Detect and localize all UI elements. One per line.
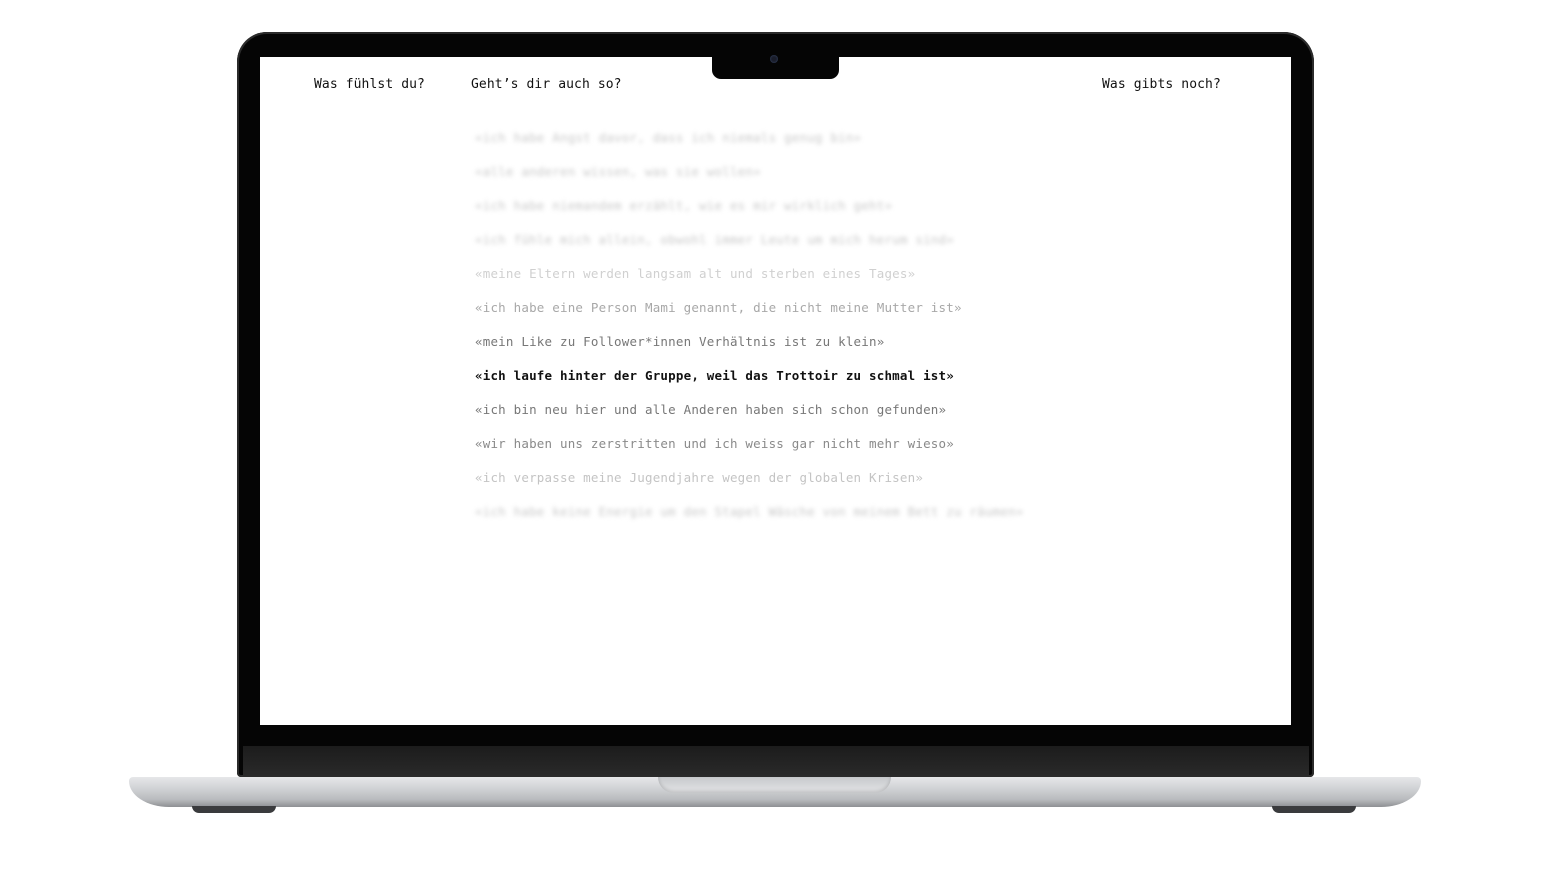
laptop-opening-notch — [658, 777, 891, 793]
laptop-hinge — [243, 746, 1309, 777]
laptop-foot-right — [1272, 806, 1356, 813]
quote-item[interactable]: «ich fühle mich allein, obwohl immer Leu… — [475, 223, 1195, 257]
quote-item[interactable]: «ich habe Angst davor, dass ich niemals … — [475, 121, 1195, 155]
laptop-foot-left — [192, 806, 276, 813]
quote-item[interactable]: «alle anderen wissen, was sie wollen» — [475, 155, 1195, 189]
nav-link-more[interactable]: Was gibts noch? — [1102, 77, 1221, 92]
quote-item[interactable]: «ich bin neu hier und alle Anderen haben… — [475, 393, 1195, 427]
quote-list: «ich habe Angst davor, dass ich niemals … — [475, 121, 1195, 529]
quote-item[interactable]: «mein Like zu Follower*innen Verhältnis … — [475, 325, 1195, 359]
quote-item[interactable]: «ich verpasse meine Jugendjahre wegen de… — [475, 461, 1195, 495]
quote-item[interactable]: «ich habe niemandem erzählt, wie es mir … — [475, 189, 1195, 223]
quote-item[interactable]: «ich habe keine Energie um den Stapel Wä… — [475, 495, 1195, 529]
quote-item[interactable]: «ich habe eine Person Mami genannt, die … — [475, 291, 1195, 325]
nav-link-feel[interactable]: Was fühlst du? — [314, 77, 425, 92]
laptop-screen: Was fühlst du? Geht’s dir auch so? Was g… — [260, 57, 1291, 725]
quote-item[interactable]: «wir haben uns zerstritten und ich weiss… — [475, 427, 1195, 461]
quote-item-active[interactable]: «ich laufe hinter der Gruppe, weil das T… — [475, 359, 1195, 393]
laptop-mockup: Was fühlst du? Geht’s dir auch so? Was g… — [0, 0, 1564, 874]
camera-icon — [770, 55, 778, 63]
nav-link-same[interactable]: Geht’s dir auch so? — [471, 77, 622, 92]
quote-item[interactable]: «meine Eltern werden langsam alt und ste… — [475, 257, 1195, 291]
